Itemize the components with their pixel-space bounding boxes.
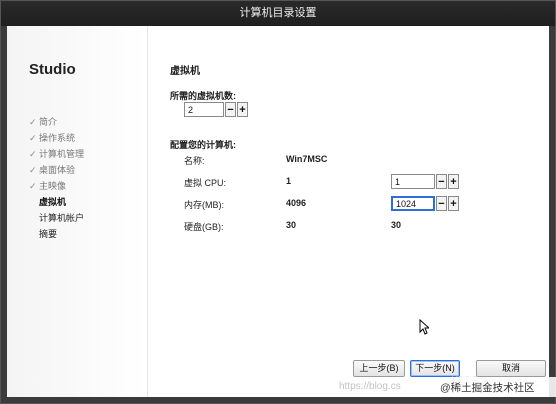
back-button[interactable]: 上一步(B) — [353, 360, 405, 377]
step-label: 简介 — [39, 117, 58, 127]
step-machine-mgmt[interactable]: ✓ 计算机管理 — [29, 146, 84, 162]
vm-count-stepper: − + — [184, 102, 248, 117]
cpu-label: 虚拟 CPU: — [184, 178, 227, 188]
check-icon: ✓ — [29, 133, 37, 143]
mouse-pointer-icon — [419, 318, 431, 337]
step-intro[interactable]: ✓ 简介 — [29, 114, 84, 130]
minus-icon[interactable]: − — [436, 174, 447, 189]
vm-count-label: 所需的虚拟机数: — [170, 91, 236, 101]
minus-icon[interactable]: − — [225, 102, 236, 117]
check-icon: ✓ — [29, 117, 37, 127]
cpu-input[interactable] — [391, 174, 435, 189]
disk-value-2: 30 — [391, 220, 402, 230]
step-virtual-machines[interactable]: 虚拟机 — [29, 194, 84, 210]
wizard-sidebar: Studio ✓ 简介 ✓ 操作系统 ✓ 计算机管理 ✓ 桌面体验 ✓ 主映像 … — [7, 26, 148, 397]
name-label: 名称: — [184, 156, 205, 166]
disk-label: 硬盘(GB): — [184, 222, 224, 232]
step-summary[interactable]: 摘要 — [29, 226, 84, 242]
vm-count-input[interactable] — [184, 102, 224, 117]
window-title: 计算机目录设置 — [1, 1, 555, 26]
plus-icon[interactable]: + — [448, 196, 459, 211]
dialog-client: Studio ✓ 简介 ✓ 操作系统 ✓ 计算机管理 ✓ 桌面体验 ✓ 主映像 … — [7, 26, 549, 397]
blog-watermark: https://blog.cs — [339, 381, 401, 392]
dialog-window: 计算机目录设置 Studio ✓ 简介 ✓ 操作系统 ✓ 计算机管理 ✓ 桌面体… — [0, 0, 556, 404]
config-title: 配置您的计算机: — [170, 140, 236, 150]
csdn-watermark: @稀土掘金技术社区 — [438, 377, 556, 397]
step-label: 虚拟机 — [39, 197, 67, 207]
memory-value: 4096 — [286, 198, 307, 208]
check-icon: ✓ — [29, 165, 37, 175]
step-master-image[interactable]: ✓ 主映像 — [29, 178, 84, 194]
wizard-steps: ✓ 简介 ✓ 操作系统 ✓ 计算机管理 ✓ 桌面体验 ✓ 主映像 虚拟机 计算机… — [29, 114, 84, 242]
cpu-stepper: − + — [391, 174, 459, 189]
check-icon: ✓ — [29, 149, 37, 159]
plus-icon[interactable]: + — [237, 102, 248, 117]
cpu-value: 1 — [286, 176, 292, 186]
step-label: 主映像 — [39, 181, 67, 191]
wizard-content: 虚拟机 所需的虚拟机数: − + 配置您的计算机: 名称: Win7MSC 虚拟… — [170, 26, 549, 397]
step-label: 计算机帐户 — [39, 213, 85, 223]
memory-input[interactable] — [391, 196, 435, 211]
csdn-watermark-text: @稀土掘金技术社区 — [440, 381, 535, 394]
plus-icon[interactable]: + — [448, 174, 459, 189]
disk-value: 30 — [286, 220, 297, 230]
step-label: 操作系统 — [39, 133, 76, 143]
step-desktop-experience[interactable]: ✓ 桌面体验 — [29, 162, 84, 178]
minus-icon[interactable]: − — [436, 196, 447, 211]
memory-label: 内存(MB): — [184, 200, 224, 210]
name-value: Win7MSC — [286, 154, 328, 164]
brand-label: Studio — [29, 61, 76, 78]
step-label: 桌面体验 — [39, 165, 76, 175]
check-icon: ✓ — [29, 181, 37, 191]
page-title: 虚拟机 — [170, 66, 200, 77]
step-os[interactable]: ✓ 操作系统 — [29, 130, 84, 146]
step-label: 摘要 — [39, 229, 58, 239]
memory-stepper: − + — [391, 196, 459, 211]
step-computer-accounts[interactable]: 计算机帐户 — [29, 210, 84, 226]
step-label: 计算机管理 — [39, 149, 85, 159]
